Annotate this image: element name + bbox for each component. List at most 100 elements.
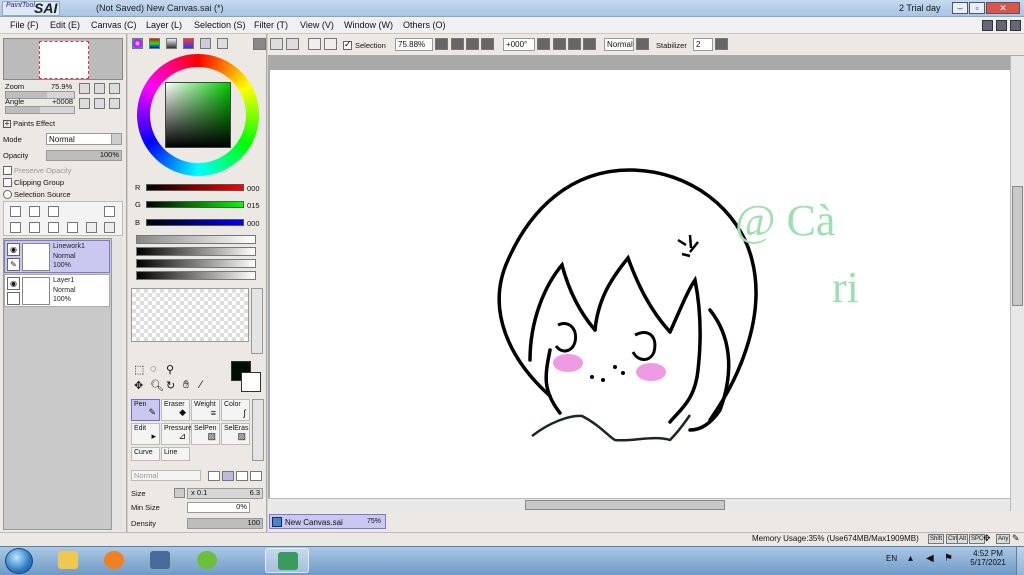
paints-effect-toggle[interactable]: + Paints Effect [3, 119, 55, 128]
clock[interactable]: 4:52 PM 5/17/2021 [964, 549, 1012, 567]
size-multiplier-button[interactable] [174, 488, 185, 498]
angle-slider[interactable] [5, 106, 75, 114]
language-indicator[interactable]: EN [886, 554, 897, 563]
lock-layer-icon[interactable] [104, 222, 115, 233]
layer-opacity-slider[interactable]: 100% [46, 150, 122, 161]
tray-arrow-icon[interactable]: ▴ [908, 553, 913, 564]
color-wheel-tab-icon[interactable] [132, 38, 143, 49]
tool-weight[interactable]: Weight ≡ [191, 399, 220, 421]
tool-selpen[interactable]: SelPen ▨ [191, 423, 220, 445]
rotate-left-button[interactable] [79, 98, 90, 109]
rotate-right-button[interactable] [94, 98, 105, 109]
scratchpad-tab-icon[interactable] [217, 38, 228, 49]
new-folder-icon[interactable] [48, 206, 59, 217]
layer-mask-icon[interactable] [104, 206, 115, 217]
density-slider[interactable]: 100 [187, 518, 263, 529]
swatch-row-4[interactable] [136, 271, 256, 280]
flag-icon[interactable]: ⚑ [944, 553, 953, 564]
selection-source-radio[interactable] [3, 190, 12, 199]
tool-line[interactable]: Line [161, 447, 190, 461]
lock-checkbox[interactable] [7, 292, 20, 305]
deselect-icon[interactable] [308, 38, 321, 50]
clear-layer-icon[interactable] [48, 222, 59, 233]
rotate-reset-button[interactable] [109, 98, 120, 109]
view-mode-dropdown-icon[interactable] [636, 38, 649, 50]
rotate-ccw-icon[interactable] [553, 38, 566, 50]
zoom-reset-button[interactable] [109, 83, 120, 94]
tool-eraser[interactable]: Eraser ◆ [161, 399, 190, 421]
new-layer-icon[interactable] [10, 206, 21, 217]
zoom-minus-icon[interactable] [451, 38, 464, 50]
layer-row-linework1[interactable]: ◉ ✎ Linework1 Normal 100% [4, 240, 110, 273]
taskbar-clean-master[interactable] [185, 548, 229, 573]
visibility-eye-icon[interactable]: ◉ [7, 277, 20, 290]
rect-select-icon[interactable]: ⬚ [134, 363, 144, 376]
volume-icon[interactable]: ◀ [926, 553, 934, 564]
vertical-scroll-thumb[interactable] [1012, 186, 1023, 306]
tool-color[interactable]: Color ∫ [221, 399, 250, 421]
menu-layer[interactable]: Layer (L) [146, 20, 182, 30]
size-slider[interactable]: x 0.1 6.3 [187, 488, 263, 499]
redo-icon[interactable] [286, 38, 299, 50]
document-tab[interactable]: New Canvas.sai 75% [269, 514, 386, 529]
scratchpad-scrollbar[interactable] [251, 288, 263, 354]
tool-curve[interactable]: Curve [131, 447, 160, 461]
menu-others[interactable]: Others (O) [403, 20, 446, 30]
zoom-in-button[interactable] [94, 83, 105, 94]
magic-wand-icon[interactable]: ⚲ [166, 363, 174, 376]
invert-selection-icon[interactable] [324, 38, 337, 50]
r-slider[interactable] [146, 184, 244, 191]
zoom-plus-icon[interactable] [466, 38, 479, 50]
brush-shape-flat[interactable] [208, 471, 220, 481]
layer-mode-select[interactable]: Normal [46, 133, 122, 145]
move-icon[interactable]: ✥ [134, 379, 143, 392]
tool-pen[interactable]: Pen ✎ [131, 399, 160, 421]
undo-icon[interactable] [270, 38, 283, 50]
hsv-slider-tab-icon[interactable] [166, 38, 177, 49]
rgb-slider-tab-icon[interactable] [149, 38, 160, 49]
clipping-group-checkbox[interactable] [3, 178, 12, 187]
stabilizer-dropdown-icon[interactable] [715, 38, 728, 50]
maximize-button[interactable]: ▫ [969, 2, 985, 14]
merge-down-icon[interactable] [29, 222, 40, 233]
menu-file[interactable]: File (F) [10, 20, 39, 30]
zoom-tool-icon[interactable]: 🔍︎ [150, 379, 164, 392]
apply-mask-icon[interactable] [86, 222, 97, 233]
panel-collapse-icon[interactable] [253, 38, 266, 50]
brush-shape-soft[interactable] [222, 471, 234, 481]
tool-edit[interactable]: Edit ▸ [131, 423, 160, 445]
zoom-field[interactable]: 75.88% [395, 38, 433, 51]
navigator-preview[interactable] [3, 38, 123, 80]
mdi-minimize-button[interactable] [982, 20, 993, 31]
menu-edit[interactable]: Edit (E) [50, 20, 80, 30]
swatches-tab-icon[interactable] [200, 38, 211, 49]
menu-selection[interactable]: Selection (S) [194, 20, 246, 30]
tool-pressure[interactable]: Pressure ⊿ [161, 423, 192, 445]
visibility-eye-icon[interactable]: ◉ [7, 243, 20, 256]
new-linework-layer-icon[interactable] [29, 206, 40, 217]
brush-shape-round[interactable] [236, 471, 248, 481]
angle-field[interactable]: +000° [503, 38, 535, 51]
tools-scrollbar[interactable] [252, 399, 264, 461]
mdi-restore-button[interactable] [996, 20, 1007, 31]
rotate-reset-icon[interactable] [583, 38, 596, 50]
start-button[interactable] [5, 548, 33, 574]
close-button[interactable]: ✕ [986, 2, 1020, 14]
taskbar-app[interactable] [138, 548, 182, 573]
layer-list-scrollbar[interactable] [111, 238, 123, 530]
lasso-icon[interactable]: ◌ [150, 363, 157, 375]
stabilizer-field[interactable]: 2 [693, 38, 713, 51]
hand-tool-icon[interactable]: ✋︎ [183, 379, 189, 392]
brush-shape-hard[interactable] [250, 471, 262, 481]
view-mode-field[interactable]: Normal [604, 38, 634, 51]
rotate-tool-icon[interactable]: ↻ [166, 379, 175, 392]
scratchpad[interactable] [131, 288, 249, 342]
canvas-vertical-scrollbar[interactable] [1010, 56, 1024, 511]
preserve-opacity-checkbox[interactable] [3, 166, 12, 175]
angle-dropdown-icon[interactable] [537, 38, 550, 50]
rotate-cw-icon[interactable] [568, 38, 581, 50]
taskbar-painttool-sai[interactable] [265, 548, 309, 573]
pen-lock-icon[interactable]: ✎ [7, 258, 20, 271]
swatch-row-2[interactable] [136, 247, 256, 256]
eyedropper-icon[interactable]: ⁄ [200, 379, 202, 391]
